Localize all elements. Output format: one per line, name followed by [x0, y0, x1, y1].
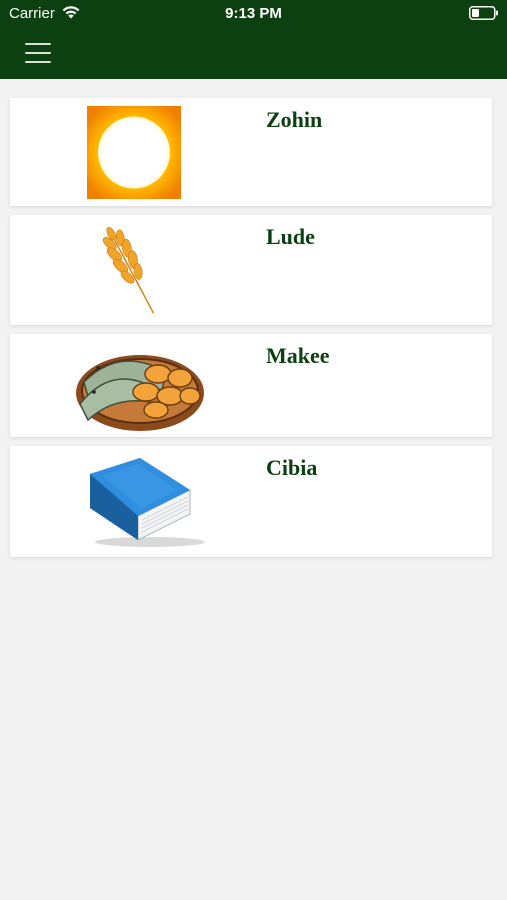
nav-bar [0, 28, 507, 79]
list-item[interactable]: Makee [10, 334, 492, 437]
battery-icon [469, 6, 498, 20]
sun-image [87, 106, 181, 199]
list-item[interactable]: Zohin [10, 98, 492, 206]
wheat-image [102, 226, 155, 314]
blue-book-image [90, 458, 205, 547]
list-item[interactable]: Cibia [10, 446, 492, 557]
item-word: Lude [266, 224, 315, 249]
item-word: Makee [266, 343, 330, 368]
item-word: Cibia [266, 455, 318, 480]
list-item[interactable]: Lude [10, 215, 492, 325]
item-word: Zohin [266, 107, 323, 132]
hamburger-menu-icon[interactable] [20, 40, 56, 66]
status-bar: Carrier 9:13 PM [0, 0, 507, 28]
fish-and-bread-basket-image [76, 355, 204, 431]
clock-time: 9:13 PM [225, 5, 282, 22]
